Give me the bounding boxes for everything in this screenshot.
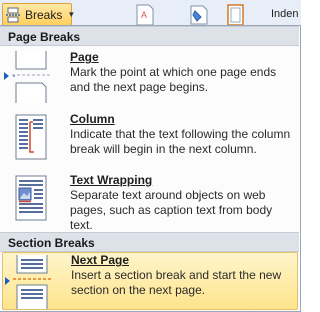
- menu-item-description: Insert a section break and start the new…: [71, 268, 282, 297]
- menu-item-text-wrapping[interactable]: Text Wrapping Separate text around objec…: [2, 171, 298, 233]
- breaks-button-label: Breaks: [25, 7, 63, 22]
- breaks-icon: [5, 7, 21, 23]
- next-page-break-icon: [7, 255, 55, 309]
- page-breaks-header: Page Breaks: [0, 26, 299, 46]
- menu-item-description: Mark the point at which one page ends an…: [70, 65, 277, 94]
- column-break-icon: [6, 112, 54, 160]
- indent-label: Inden: [271, 8, 299, 20]
- menu-item-title: Text Wrapping: [70, 173, 153, 187]
- menu-item-description: Indicate that the text following the col…: [70, 127, 291, 156]
- svg-text:A: A: [141, 10, 147, 20]
- menu-item-title: Column: [70, 112, 115, 126]
- page-break-icon: [6, 51, 54, 103]
- menu-item-column[interactable]: Column Indicate that the text following …: [2, 110, 298, 170]
- menu-item-title: Page: [70, 50, 99, 64]
- menu-item-description: Separate text around objects on web page…: [70, 188, 273, 232]
- breaks-dropdown-menu: Page Breaks Page Mark the point at which…: [0, 25, 301, 312]
- section-breaks-header: Section Breaks: [0, 232, 299, 252]
- text-wrapping-icon: [6, 173, 54, 221]
- menu-item-title: Next Page: [71, 253, 130, 267]
- menu-item-next-page[interactable]: Next Page Insert a section break and sta…: [2, 252, 298, 310]
- chevron-down-icon: ▼: [67, 10, 76, 19]
- breaks-button[interactable]: Breaks ▼: [2, 3, 76, 26]
- menu-item-page[interactable]: Page Mark the point at which one page en…: [2, 48, 298, 108]
